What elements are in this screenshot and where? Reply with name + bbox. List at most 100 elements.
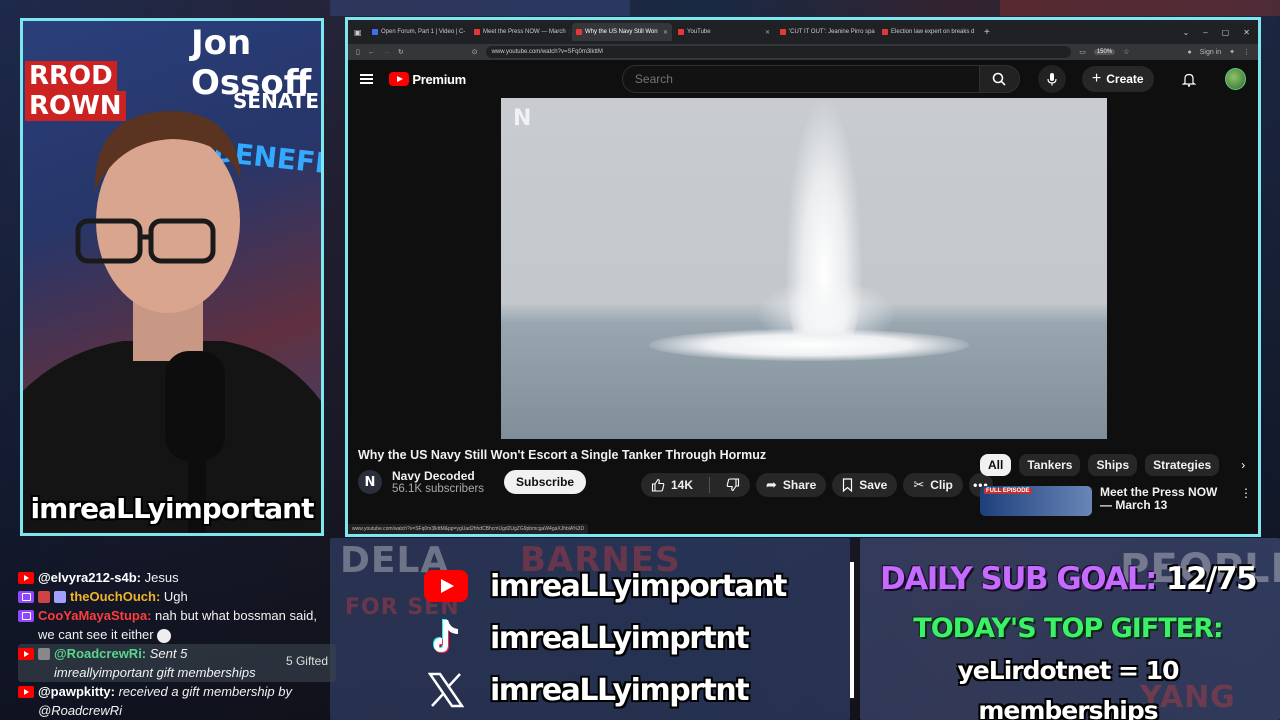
- save-button[interactable]: Save: [832, 473, 898, 497]
- channel-name[interactable]: Navy Decoded: [392, 469, 484, 483]
- recommended-thumbnail[interactable]: FULL EPISODE: [980, 486, 1092, 516]
- tiktok-handle: imreaLLyimprtnt: [490, 620, 750, 656]
- x-icon: [424, 668, 468, 712]
- extensions-icon[interactable]: ✦: [1229, 48, 1235, 56]
- new-tab-button[interactable]: +: [984, 27, 990, 38]
- recommended-title[interactable]: Meet the Press NOW — March 13: [1100, 486, 1226, 516]
- social-handles: imreaLLyimportant imreaLLyimprtnt imreaL…: [424, 560, 787, 716]
- page-info-icon[interactable]: ⊙: [472, 48, 478, 56]
- youtube-play-icon: [389, 72, 410, 86]
- cast-icon[interactable]: ▭: [1079, 48, 1086, 56]
- youtube-logo[interactable]: Premium: [389, 72, 466, 87]
- reload-icon[interactable]: ↻: [398, 48, 404, 56]
- tab-title: YouTube: [687, 29, 711, 35]
- browser-window: ▣ Open Forum, Part 1 | Video | C-✕ Meet …: [345, 17, 1261, 537]
- url-field[interactable]: www.youtube.com/watch?v=SFq0m3lkttM: [485, 46, 1072, 58]
- user-badge-icon: [38, 648, 50, 660]
- chat-message-body: @RoadcrewRi: Sent 5 imreallyimportant gi…: [54, 644, 264, 682]
- star-icon[interactable]: ☆: [1123, 48, 1129, 56]
- chip-strategies[interactable]: Strategies: [1145, 454, 1220, 476]
- tiktok-icon: [424, 616, 468, 660]
- sub-goal-label: DAILY SUB GOAL:: [879, 561, 1157, 597]
- browser-tab-active[interactable]: Why the US Navy Still Won ✕: [572, 23, 672, 41]
- background-poster: [330, 0, 630, 16]
- browser-tab[interactable]: 'CUT IT OUT': Jeanine Pirro spa✕: [776, 23, 876, 41]
- kebab-menu-icon[interactable]: ⋮: [1240, 486, 1252, 516]
- subscriber-count: 56.1K subscribers: [392, 483, 485, 495]
- chevron-down-icon[interactable]: ⌄: [1183, 28, 1190, 37]
- tab-bar: ▣ Open Forum, Part 1 | Video | C-✕ Meet …: [348, 20, 1258, 44]
- tab-title: Election law expert on breaks d: [891, 29, 975, 35]
- close-window-icon[interactable]: ✕: [1243, 28, 1250, 37]
- browser-tab[interactable]: Meet the Press NOW — March✕: [470, 23, 570, 41]
- streamer-silhouette: [23, 111, 321, 533]
- chip-all[interactable]: All: [980, 454, 1012, 476]
- subscribe-button[interactable]: Subscribe: [504, 470, 587, 494]
- close-icon[interactable]: ✕: [569, 29, 570, 36]
- video-actions: 14K ➦ Share Save ✂ Clip •••: [641, 473, 993, 497]
- chip-ships[interactable]: Ships: [1088, 454, 1138, 476]
- chat-text: Jesus: [144, 570, 179, 585]
- chat-message: CooYaMayaStupa: nah but what bossman sai…: [18, 606, 336, 644]
- recommended-video[interactable]: FULL EPISODE Meet the Press NOW — March …: [980, 486, 1252, 516]
- back-icon[interactable]: ←: [368, 49, 375, 56]
- background-poster: [1000, 0, 1280, 16]
- like-button[interactable]: 14K: [641, 473, 703, 497]
- twitch-icon: [18, 610, 34, 622]
- close-icon[interactable]: ✕: [977, 29, 978, 36]
- scissors-icon: ✂: [913, 477, 925, 492]
- maximize-icon[interactable]: ▢: [1222, 28, 1230, 37]
- forward-icon[interactable]: →: [383, 49, 390, 56]
- chat-username: @elvyra212-s4b:: [38, 570, 142, 585]
- stream-goals: DAILY SUB GOAL: 12/75 TODAY'S TOP GIFTER:…: [866, 557, 1270, 720]
- address-bar: ▯ ← → ↻ ⊙ www.youtube.com/watch?v=SFq0m3…: [348, 44, 1258, 60]
- tab-title: Why the US Navy Still Won: [585, 29, 658, 35]
- dislike-button[interactable]: [716, 473, 750, 497]
- streamer-name-overlay: imreaLLyimportant: [30, 492, 315, 525]
- youtube-icon: [18, 648, 34, 660]
- browser-tab[interactable]: Election law expert on breaks d✕: [878, 23, 978, 41]
- tab-title: Meet the Press NOW — March: [483, 29, 566, 35]
- voice-search-button[interactable]: [1037, 65, 1066, 93]
- chevron-right-icon[interactable]: ›: [1241, 458, 1245, 472]
- bell-icon: [1182, 73, 1197, 87]
- chip-tankers[interactable]: Tankers: [1019, 454, 1081, 476]
- twitch-icon: [18, 591, 34, 603]
- full-episode-badge: FULL EPISODE: [984, 488, 1032, 494]
- notifications-button[interactable]: [1182, 71, 1197, 87]
- webcam-panel: Jon Ossoff SENATE BENEFITS RROD ROWN imr…: [20, 18, 324, 536]
- chat-message-body: CooYaMayaStupa: nah but what bossman sai…: [38, 606, 336, 644]
- profile-icon[interactable]: ●: [1187, 49, 1191, 56]
- youtube-icon: [424, 564, 468, 608]
- window-controls: ⌄ – ▢ ✕: [1183, 28, 1258, 37]
- hamburger-menu-icon[interactable]: [360, 74, 374, 84]
- video-player[interactable]: N: [501, 98, 1107, 439]
- search-input[interactable]: [621, 65, 980, 93]
- sign-in-link[interactable]: Sign in: [1200, 49, 1221, 56]
- channel-watermark: N: [513, 106, 532, 131]
- youtube-icon: [18, 572, 34, 584]
- chat-message-body: @elvyra212-s4b: Jesus: [38, 568, 179, 587]
- close-icon[interactable]: ✕: [663, 29, 668, 36]
- sidebar-toggle-icon[interactable]: ▯: [356, 48, 360, 56]
- share-button[interactable]: ➦ Share: [756, 473, 827, 497]
- browser-tab[interactable]: YouTube ✕: [674, 23, 774, 41]
- chat-message-body: theOuchOuch: Ugh: [70, 587, 188, 606]
- clip-button[interactable]: ✂ Clip: [903, 473, 963, 497]
- create-button[interactable]: + Create: [1081, 66, 1154, 92]
- plus-icon: +: [1091, 70, 1102, 87]
- minimize-icon[interactable]: –: [1203, 28, 1207, 37]
- browser-menu-icon[interactable]: ⋮: [1243, 48, 1250, 56]
- account-avatar[interactable]: [1224, 68, 1246, 90]
- youtube-handle: imreaLLyimportant: [490, 568, 787, 604]
- close-icon[interactable]: ✕: [765, 29, 770, 36]
- browser-tab[interactable]: Open Forum, Part 1 | Video | C-✕: [368, 23, 468, 41]
- microphone-icon: [1047, 73, 1057, 86]
- youtube-header: Premium + Create: [348, 60, 1258, 98]
- search-button[interactable]: [979, 65, 1020, 93]
- favicon-icon: [474, 29, 480, 35]
- tab-list-icon[interactable]: ▣: [354, 28, 366, 37]
- favicon-icon: [678, 29, 684, 35]
- channel-avatar[interactable]: N: [358, 470, 382, 494]
- zoom-indicator[interactable]: 150%: [1093, 49, 1116, 55]
